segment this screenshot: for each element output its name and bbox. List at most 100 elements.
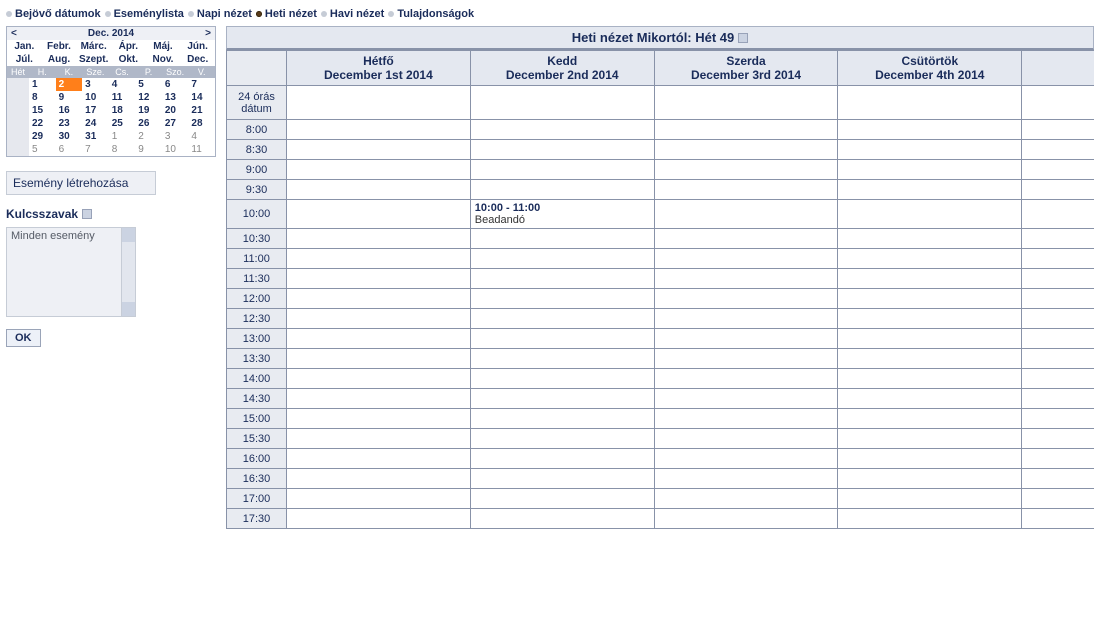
allday-cell[interactable] (838, 86, 1022, 120)
mini-cal-day[interactable]: 1 (29, 78, 56, 91)
mini-cal-day[interactable]: 1 (109, 130, 136, 143)
mini-cal-day[interactable]: 19 (135, 104, 162, 117)
time-cell[interactable] (654, 349, 838, 369)
time-cell[interactable] (1022, 369, 1094, 389)
mini-cal-month[interactable]: Márc. (76, 40, 111, 53)
time-cell[interactable] (287, 200, 471, 229)
time-cell[interactable] (470, 140, 654, 160)
mini-cal-day[interactable]: 16 (56, 104, 83, 117)
time-cell[interactable] (654, 289, 838, 309)
time-cell[interactable] (287, 389, 471, 409)
mini-cal-day[interactable]: 31 (82, 130, 109, 143)
time-cell[interactable] (838, 140, 1022, 160)
nav-heti-nézet[interactable]: Heti nézet (256, 8, 317, 20)
mini-cal-day[interactable]: 8 (29, 91, 56, 104)
mini-cal-day[interactable]: 10 (82, 91, 109, 104)
time-cell[interactable] (838, 160, 1022, 180)
time-cell[interactable] (654, 469, 838, 489)
mini-cal-day[interactable]: 4 (109, 78, 136, 91)
mini-cal-next[interactable]: > (205, 28, 211, 39)
time-cell[interactable] (287, 489, 471, 509)
time-cell[interactable] (1022, 349, 1094, 369)
nav-bejövő-dátumok[interactable]: Bejövő dátumok (6, 8, 101, 20)
time-cell[interactable] (287, 180, 471, 200)
mini-cal-day[interactable]: 6 (162, 78, 189, 91)
time-cell[interactable] (287, 329, 471, 349)
time-cell[interactable] (470, 509, 654, 529)
mini-cal-day[interactable]: 2 (135, 130, 162, 143)
nav-eseménylista[interactable]: Eseménylista (105, 8, 184, 20)
time-cell[interactable] (654, 449, 838, 469)
time-cell[interactable] (1022, 309, 1094, 329)
time-cell[interactable] (470, 180, 654, 200)
time-cell[interactable] (470, 329, 654, 349)
time-cell[interactable] (287, 369, 471, 389)
time-cell[interactable] (838, 249, 1022, 269)
time-cell[interactable] (838, 409, 1022, 429)
time-cell[interactable] (838, 429, 1022, 449)
time-cell[interactable] (838, 200, 1022, 229)
mini-cal-month[interactable]: Dec. (180, 53, 215, 66)
time-cell[interactable] (838, 469, 1022, 489)
time-cell[interactable] (838, 309, 1022, 329)
create-event-button[interactable]: Esemény létrehozása (6, 171, 156, 195)
mini-cal-day[interactable]: 4 (188, 130, 215, 143)
time-cell[interactable] (1022, 389, 1094, 409)
popup-icon[interactable] (738, 33, 748, 43)
time-cell[interactable] (1022, 160, 1094, 180)
time-cell[interactable] (470, 369, 654, 389)
mini-cal-day[interactable]: 12 (135, 91, 162, 104)
time-cell[interactable] (1022, 120, 1094, 140)
day-column-header[interactable]: PDece (1022, 51, 1094, 86)
time-cell[interactable] (1022, 180, 1094, 200)
time-cell[interactable] (287, 140, 471, 160)
mini-cal-day[interactable]: 26 (135, 117, 162, 130)
time-cell[interactable] (838, 269, 1022, 289)
mini-cal-day[interactable]: 13 (162, 91, 189, 104)
nav-tulajdonságok[interactable]: Tulajdonságok (388, 8, 474, 20)
time-cell[interactable] (1022, 429, 1094, 449)
time-cell[interactable] (838, 349, 1022, 369)
day-column-header[interactable]: SzerdaDecember 3rd 2014 (654, 51, 838, 86)
scroll-down-icon[interactable] (122, 302, 135, 316)
time-cell[interactable] (654, 269, 838, 289)
time-cell[interactable] (654, 140, 838, 160)
day-column-header[interactable]: KeddDecember 2nd 2014 (470, 51, 654, 86)
mini-cal-day[interactable]: 15 (29, 104, 56, 117)
time-cell[interactable] (287, 160, 471, 180)
time-cell[interactable] (838, 120, 1022, 140)
time-cell[interactable] (470, 309, 654, 329)
time-cell[interactable] (654, 249, 838, 269)
mini-cal-day[interactable]: 29 (29, 130, 56, 143)
time-cell[interactable] (1022, 200, 1094, 229)
popup-icon[interactable] (82, 209, 92, 219)
time-cell[interactable] (470, 249, 654, 269)
mini-cal-day[interactable]: 23 (56, 117, 83, 130)
time-cell[interactable] (470, 349, 654, 369)
time-cell[interactable] (654, 120, 838, 140)
time-cell[interactable] (1022, 329, 1094, 349)
nav-havi-nézet[interactable]: Havi nézet (321, 8, 384, 20)
time-cell[interactable] (654, 509, 838, 529)
time-cell[interactable] (287, 509, 471, 529)
time-cell[interactable] (1022, 409, 1094, 429)
mini-cal-day[interactable]: 2 (56, 78, 83, 91)
mini-cal-day[interactable]: 6 (56, 143, 83, 156)
time-cell[interactable] (1022, 449, 1094, 469)
mini-cal-day[interactable]: 8 (109, 143, 136, 156)
time-cell[interactable] (654, 389, 838, 409)
mini-cal-day[interactable]: 17 (82, 104, 109, 117)
time-cell[interactable] (470, 229, 654, 249)
mini-cal-day[interactable]: 11 (109, 91, 136, 104)
time-cell[interactable] (838, 329, 1022, 349)
scroll-up-icon[interactable] (122, 228, 135, 242)
time-cell[interactable] (838, 289, 1022, 309)
time-cell[interactable] (654, 160, 838, 180)
time-cell[interactable] (654, 329, 838, 349)
allday-cell[interactable] (287, 86, 471, 120)
time-cell[interactable] (838, 509, 1022, 529)
mini-cal-day[interactable]: 5 (29, 143, 56, 156)
time-cell[interactable] (470, 289, 654, 309)
time-cell[interactable] (287, 469, 471, 489)
mini-cal-day[interactable]: 21 (188, 104, 215, 117)
